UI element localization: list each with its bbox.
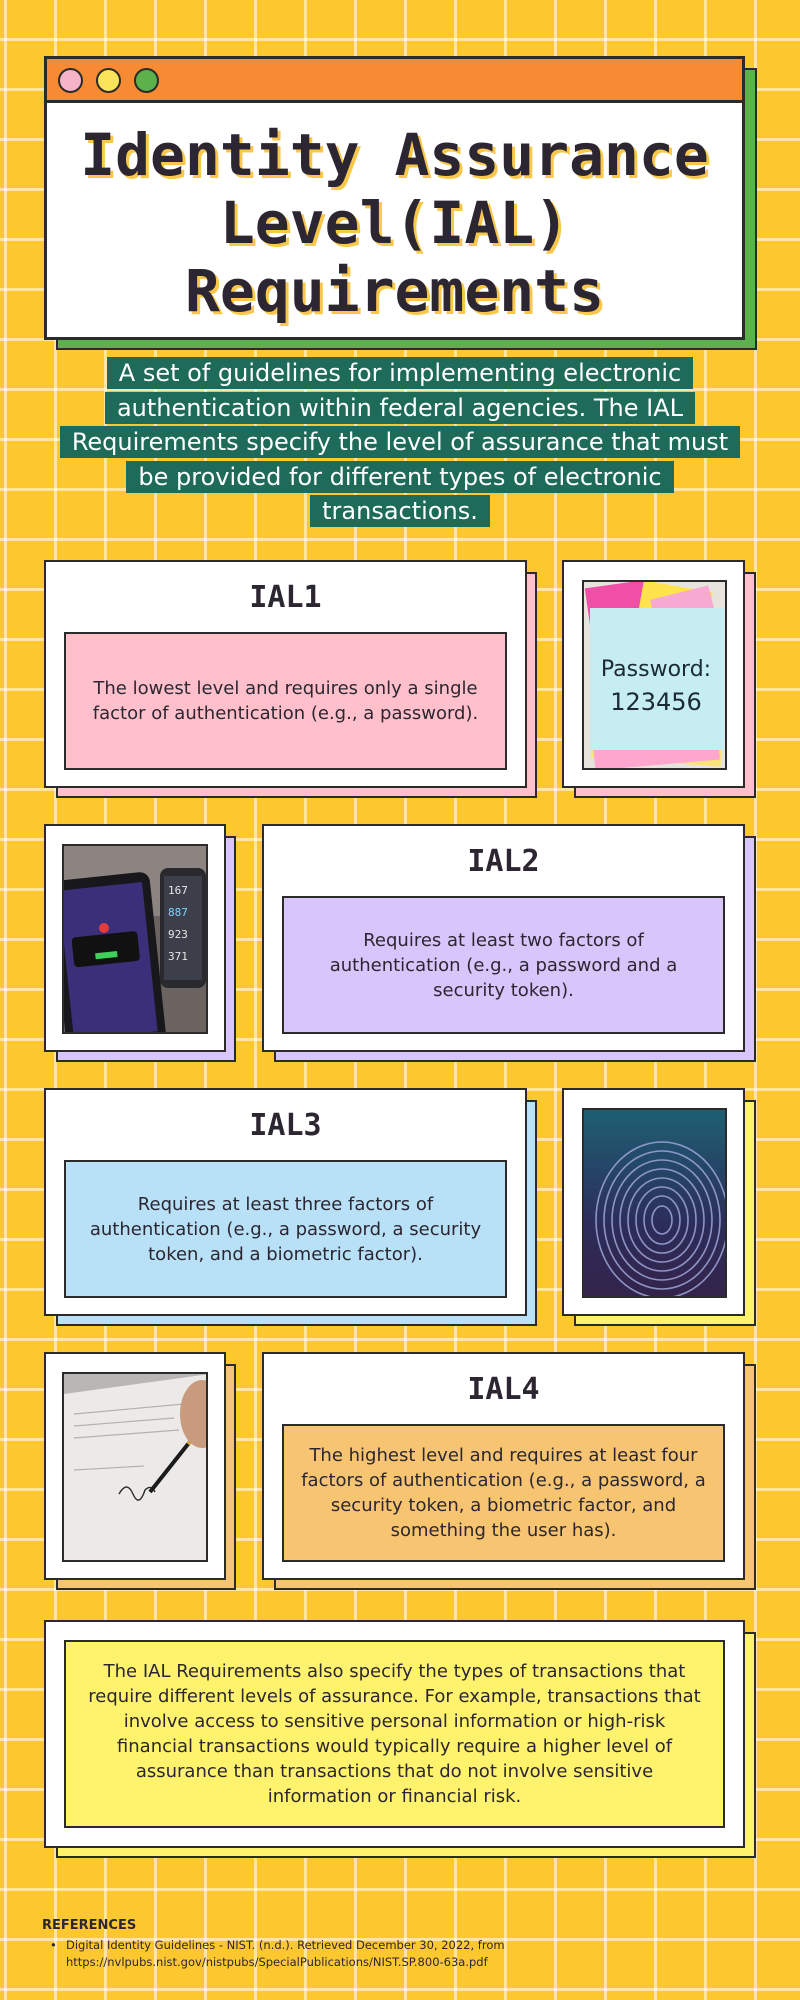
intro-text: A set of guidelines for implementing ele…: [40, 356, 760, 529]
ial2-card: IAL2 Requires at least two factors of au…: [262, 824, 745, 1052]
green-dot-icon: [134, 68, 159, 93]
ial3-title: IAL3: [249, 1108, 322, 1143]
signing-illustration: [64, 1374, 206, 1560]
ial1-description: The lowest level and requires only a sin…: [64, 632, 507, 770]
ial2-description: Requires at least two factors of authent…: [282, 896, 725, 1034]
note-card: The IAL Requirements also specify the ty…: [44, 1620, 745, 1848]
intro-line: transactions.: [310, 495, 490, 527]
password-note-value: 123456: [610, 688, 702, 716]
phone-security-token-image: 167 887 923 371: [62, 844, 208, 1034]
token-digit: 167: [168, 884, 188, 897]
fingerprint-illustration: [584, 1110, 725, 1296]
ial4-image-card: [44, 1352, 226, 1580]
ial1-title: IAL1: [249, 580, 322, 615]
note-text: The IAL Requirements also specify the ty…: [64, 1640, 725, 1828]
signing-document-image: [62, 1372, 208, 1562]
password-note-label: Password:: [601, 657, 711, 682]
intro-line: be provided for different types of elect…: [126, 460, 674, 493]
pink-dot-icon: [58, 68, 83, 93]
window-title-bar: [47, 59, 742, 103]
reference-item: Digital Identity Guidelines - NIST. (n.d…: [66, 1938, 505, 1969]
header-window: Identity Assurance Level(IAL) Requiremen…: [44, 56, 745, 340]
yellow-dot-icon: [96, 68, 121, 93]
ial2-image-card: 167 887 923 371: [44, 824, 226, 1052]
references-list: • Digital Identity Guidelines - NIST. (n…: [50, 1937, 750, 1971]
intro-line: authentication within federal agencies. …: [104, 391, 696, 424]
ial2-title: IAL2: [467, 844, 540, 879]
ial4-card: IAL4 The highest level and requires at l…: [262, 1352, 745, 1580]
phone-token-illustration: 167 887 923 371: [64, 846, 206, 1032]
intro-line: A set of guidelines for implementing ele…: [106, 357, 694, 389]
token-digit: 923: [168, 928, 188, 941]
bullet-icon: •: [50, 1938, 57, 1952]
page-title: Identity Assurance Level(IAL) Requiremen…: [80, 121, 709, 325]
token-digit: 887: [168, 906, 188, 919]
ial4-title: IAL4: [467, 1372, 540, 1407]
ial1-image-card: Password: 123456: [562, 560, 745, 788]
ial1-card: IAL1 The lowest level and requires only …: [44, 560, 527, 788]
intro-line: Requirements specify the level of assura…: [59, 426, 741, 458]
ial3-card: IAL3 Requires at least three factors of …: [44, 1088, 527, 1316]
password-sticky-note-illustration: Password: 123456: [584, 582, 725, 768]
ial3-description: Requires at least three factors of authe…: [64, 1160, 507, 1298]
token-digit: 371: [168, 950, 188, 963]
ial3-image-card: [562, 1088, 745, 1316]
password-sticky-note-image: Password: 123456: [582, 580, 727, 770]
references-heading: REFERENCES: [42, 1918, 137, 1933]
fingerprint-image: [582, 1108, 727, 1298]
ial4-description: The highest level and requires at least …: [282, 1424, 725, 1562]
